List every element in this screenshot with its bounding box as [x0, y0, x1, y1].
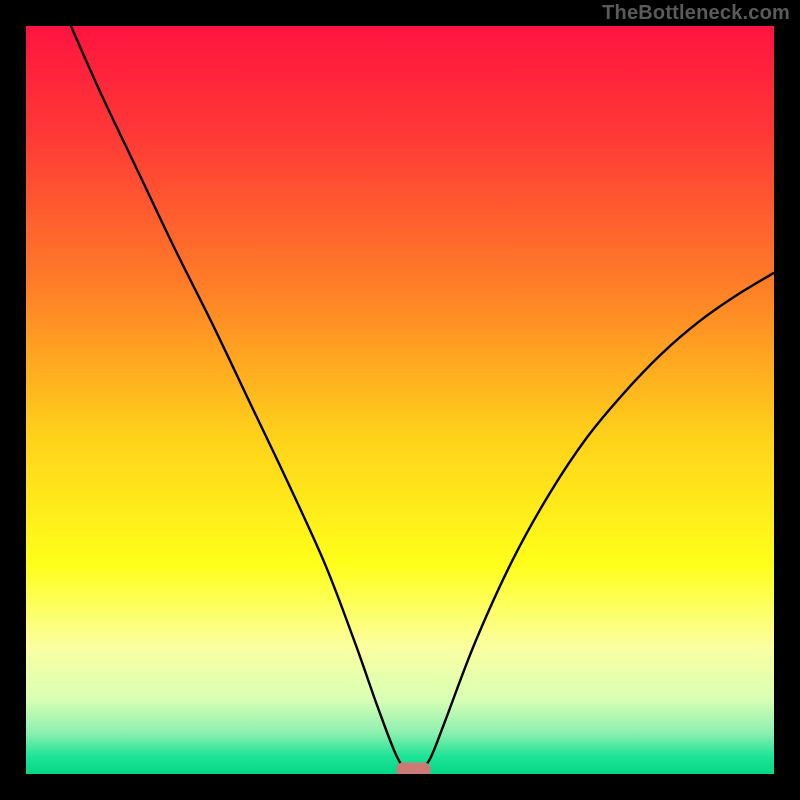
watermark-text: TheBottleneck.com	[602, 2, 790, 25]
optimal-marker	[396, 763, 430, 774]
plot-area	[26, 26, 774, 774]
bottleneck-chart	[26, 26, 774, 774]
chart-container: TheBottleneck.com	[0, 0, 800, 800]
gradient-background	[26, 26, 774, 774]
